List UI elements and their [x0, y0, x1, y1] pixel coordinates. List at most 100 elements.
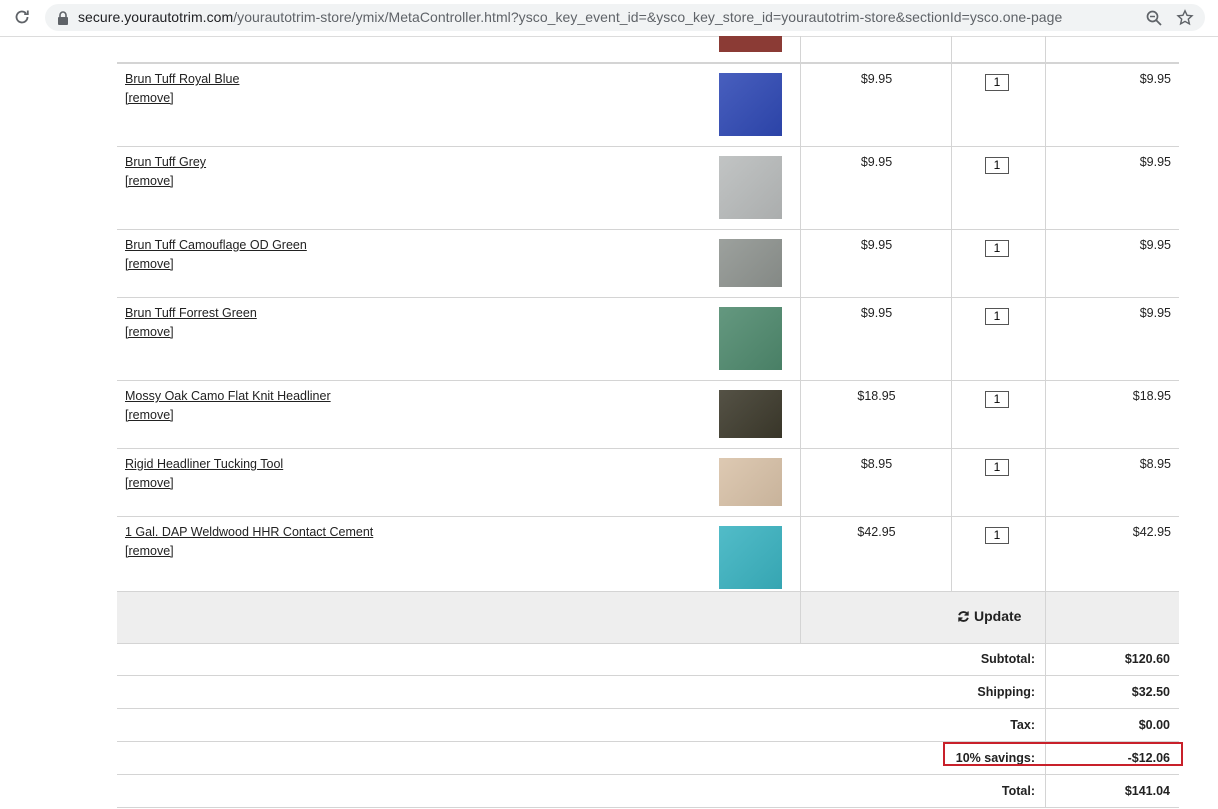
product-thumbnail [719, 36, 782, 52]
remove-link[interactable]: [remove] [125, 408, 174, 422]
product-name-link[interactable]: Brun Tuff Grey [125, 155, 206, 169]
line-total-cell: $18.95 [1045, 381, 1180, 448]
product-cell: Brun Tuff Camouflage OD Green [remove] [117, 230, 715, 297]
quantity-cell [951, 381, 1046, 448]
product-cell: 1 Gal. DAP Weldwood HHR Contact Cement [r… [117, 517, 715, 598]
product-name-link[interactable]: Mossy Oak Camo Flat Knit Headliner [125, 389, 331, 403]
quantity-cell [951, 147, 1046, 229]
url-text[interactable]: secure.yourautotrim.com/yourautotrim-sto… [78, 9, 1062, 25]
product-thumbnail[interactable] [719, 307, 782, 370]
update-button[interactable]: Update [957, 608, 1021, 624]
url-path: /yourautotrim-store/ymix/MetaController.… [233, 9, 1063, 25]
remove-link[interactable]: [remove] [125, 257, 174, 271]
remove-link[interactable]: [remove] [125, 476, 174, 490]
line-total-cell: $9.95 [1045, 64, 1180, 146]
quantity-input[interactable] [985, 157, 1009, 174]
product-thumbnail[interactable] [719, 73, 782, 136]
product-name-link[interactable]: 1 Gal. DAP Weldwood HHR Contact Cement [125, 525, 373, 539]
product-name-link[interactable]: Rigid Headliner Tucking Tool [125, 457, 283, 471]
product-cell: Rigid Headliner Tucking Tool [remove] [117, 449, 715, 516]
quantity-cell [951, 298, 1046, 380]
product-cell: Brun Tuff Forrest Green [remove] [117, 298, 715, 380]
tax-label: Tax: [1010, 718, 1035, 732]
table-row: 1 Gal. DAP Weldwood HHR Contact Cement [r… [117, 517, 1179, 599]
image-cell [715, 381, 800, 448]
line-total: $9.95 [1139, 306, 1171, 320]
product-thumbnail[interactable] [719, 458, 782, 506]
image-cell [715, 517, 800, 598]
shipping-label: Shipping: [977, 685, 1035, 699]
unit-price: $9.95 [860, 155, 893, 169]
quantity-cell [951, 64, 1046, 146]
total-value: $141.04 [1124, 784, 1170, 798]
image-cell [715, 298, 800, 380]
cart-items: Brun Tuff Royal Blue[remove]$9.95$9.95Br… [117, 63, 1179, 599]
url-host: secure.yourautotrim.com [78, 9, 234, 25]
quantity-input[interactable] [985, 391, 1009, 408]
product-name-link[interactable]: Brun Tuff Royal Blue [125, 72, 239, 86]
total-row: Total: $141.04 [117, 775, 1179, 808]
price-cell: $42.95 [800, 517, 952, 598]
unit-price: $8.95 [860, 457, 893, 471]
table-row: Rigid Headliner Tucking Tool [remove] $8.9… [117, 449, 1179, 517]
line-total: $42.95 [1132, 525, 1171, 539]
line-total: $18.95 [1132, 389, 1171, 403]
line-total: $9.95 [1139, 155, 1171, 169]
line-total-cell: $9.95 [1045, 147, 1180, 229]
image-cell [715, 64, 800, 146]
shipping-value: $32.50 [1131, 685, 1170, 699]
table-row: Brun Tuff Grey [remove] $9.95 $9.95 [117, 147, 1179, 230]
product-cell: Brun Tuff Grey [remove] [117, 147, 715, 229]
total-label: Total: [1001, 784, 1035, 798]
quantity-input[interactable] [985, 527, 1009, 544]
remove-link[interactable]: [remove] [125, 91, 174, 105]
product-cell: Mossy Oak Camo Flat Knit Headliner [remov… [117, 381, 715, 448]
product-thumbnail[interactable] [719, 390, 782, 438]
line-total: $9.95 [1139, 72, 1171, 86]
price-cell: $9.95 [800, 230, 952, 297]
quantity-input[interactable] [985, 459, 1009, 476]
reload-icon[interactable] [12, 7, 32, 27]
product-thumbnail[interactable] [719, 156, 782, 219]
line-total: $8.95 [1139, 457, 1171, 471]
tax-value: $0.00 [1138, 718, 1170, 732]
quantity-cell [951, 230, 1046, 297]
unit-price: $9.95 [860, 306, 893, 320]
unit-price: $18.95 [857, 389, 896, 403]
price-cell: $18.95 [800, 381, 952, 448]
remove-link[interactable]: [remove] [125, 325, 174, 339]
remove-link[interactable]: [remove] [125, 174, 174, 188]
refresh-icon [958, 611, 969, 622]
quantity-cell [951, 449, 1046, 516]
price-cell: $9.95 [800, 64, 952, 146]
table-row: Mossy Oak Camo Flat Knit Headliner [remov… [117, 381, 1179, 449]
product-thumbnail[interactable] [719, 239, 782, 287]
quantity-input[interactable] [985, 308, 1009, 325]
line-total-cell: $42.95 [1045, 517, 1180, 598]
update-row: Update [117, 591, 1179, 644]
product-name-link[interactable]: Brun Tuff Forrest Green [125, 306, 257, 320]
table-row: Brun Tuff Forrest Green [remove] $9.95 $9.9… [117, 298, 1179, 381]
price-cell: $8.95 [800, 449, 952, 516]
product-thumbnail[interactable] [719, 526, 782, 589]
subtotal-value: $120.60 [1124, 652, 1170, 666]
bookmark-star-icon[interactable] [1176, 9, 1194, 27]
product-name-link[interactable]: Brun Tuff Camouflage OD Green [125, 238, 307, 252]
subtotal-row: Subtotal: $120.60 [117, 643, 1179, 676]
subtotal-label: Subtotal: [980, 652, 1035, 666]
address-bar[interactable]: secure.yourautotrim.com/yourautotrim-sto… [45, 4, 1205, 31]
line-total-cell: $8.95 [1045, 449, 1180, 516]
remove-link[interactable]: [remove] [125, 544, 174, 558]
unit-price: $9.95 [860, 72, 893, 86]
shipping-row: Shipping: $32.50 [117, 676, 1179, 709]
tax-row: Tax: $0.00 [117, 709, 1179, 742]
zoom-icon[interactable] [1145, 9, 1163, 27]
price-cell: $9.95 [800, 298, 952, 380]
quantity-input[interactable] [985, 240, 1009, 257]
line-total: $9.95 [1139, 238, 1171, 252]
unit-price: $42.95 [857, 525, 896, 539]
price-cell: $9.95 [800, 147, 952, 229]
quantity-input[interactable] [985, 74, 1009, 91]
table-row: Brun Tuff Camouflage OD Green [remove] $9.… [117, 230, 1179, 298]
line-total-cell: $9.95 [1045, 298, 1180, 380]
